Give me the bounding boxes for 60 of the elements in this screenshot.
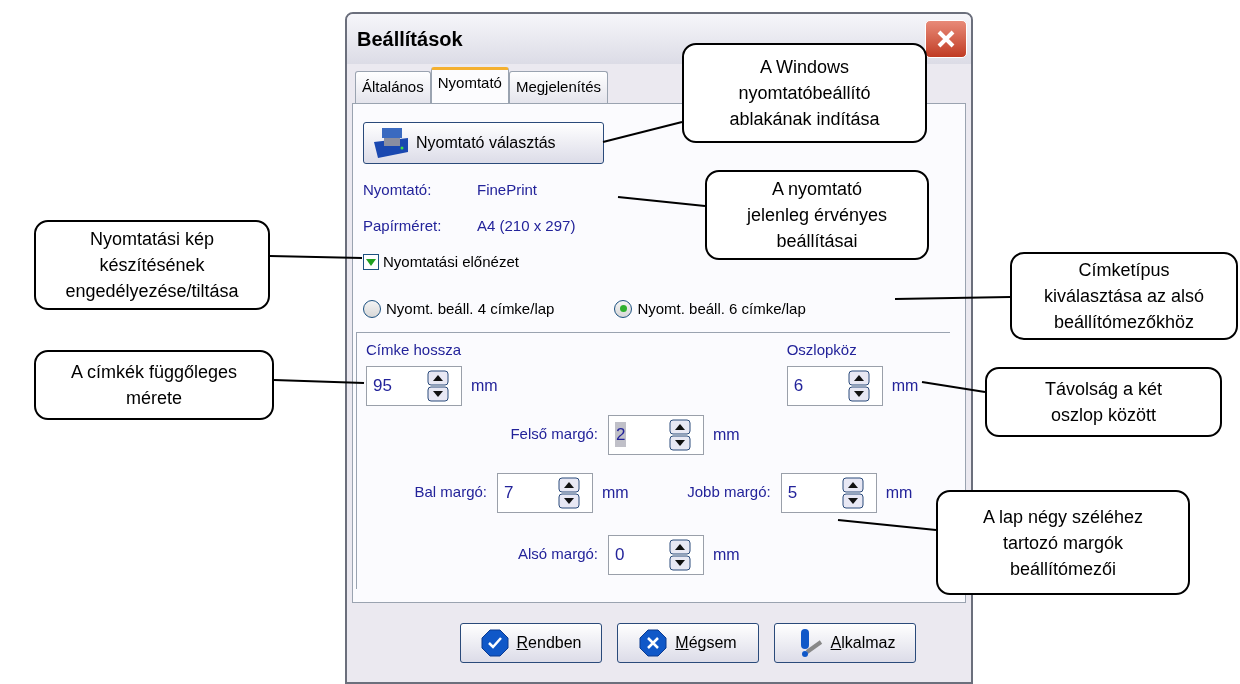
- callout: Nyomtatási kép készítésének engedélyezése/tiltása: [34, 220, 270, 310]
- radio-button[interactable]: [614, 299, 633, 318]
- tab[interactable]: Megjelenítés: [508, 71, 608, 103]
- number-field[interactable]: 95: [366, 365, 462, 406]
- callout: A Windows nyomtatóbeállító ablakának indítása: [682, 43, 927, 143]
- callout: Távolság a két oszlop között: [985, 367, 1222, 437]
- spinner-icon[interactable]: [841, 476, 864, 509]
- window-title: Beállítások: [357, 27, 463, 52]
- field-value: 6: [793, 374, 804, 397]
- close-button[interactable]: [925, 20, 967, 58]
- callout: A nyomtató jelenleg érvényes beállításai: [705, 170, 929, 260]
- number-field[interactable]: 7: [497, 472, 593, 513]
- field-label: Alsó margó:: [516, 544, 599, 565]
- number-field[interactable]: 6: [786, 365, 883, 406]
- info-label: Papírméret:: [363, 215, 443, 236]
- info-label: Nyomtató:: [363, 180, 433, 200]
- field-label: Oszlopköz: [786, 340, 858, 360]
- number-field[interactable]: 0: [608, 534, 704, 575]
- field-label: Felső margó:: [509, 424, 599, 445]
- info-value: A4 (210 x 297): [477, 215, 576, 236]
- spinner-icon[interactable]: [669, 418, 691, 451]
- field-value: 5: [787, 481, 798, 504]
- field-value: 0: [615, 543, 625, 566]
- unit-label: mm: [713, 544, 740, 565]
- callout: A lap négy széléhez tartozó margók beállítómezői: [936, 490, 1190, 595]
- field-label: Bal margó:: [413, 482, 488, 503]
- field-label: Címke hossza: [366, 340, 463, 360]
- unit-label: mm: [891, 375, 919, 396]
- number-field[interactable]: 5: [780, 472, 877, 513]
- spinner-icon[interactable]: [669, 538, 691, 571]
- unit-label: mm: [885, 482, 913, 503]
- checkbox[interactable]: [363, 254, 379, 271]
- field-value: 7: [504, 481, 514, 504]
- unit-label: mm: [471, 375, 498, 396]
- x-icon: [639, 629, 668, 657]
- printer-button[interactable]: Nyomtató választás: [363, 122, 604, 164]
- spinner-icon[interactable]: [427, 369, 449, 402]
- close-icon: [936, 29, 956, 49]
- unit-label: mm: [602, 482, 629, 503]
- tab[interactable]: Nyomtató: [430, 67, 509, 103]
- info-value: FinePrint: [477, 180, 538, 200]
- spinner-icon[interactable]: [558, 476, 580, 509]
- number-field[interactable]: 2: [608, 414, 704, 455]
- leader-line: [921, 381, 986, 393]
- dialog-button[interactable]: Mégsem: [617, 623, 759, 663]
- tab[interactable]: Általános: [355, 71, 431, 103]
- field-value: 95: [373, 374, 392, 397]
- spinner-icon[interactable]: [847, 369, 870, 402]
- radio-label: Nyomt. beáll. 4 címke/lap: [386, 298, 555, 319]
- radio-label: Nyomt. beáll. 6 címke/lap: [637, 298, 806, 319]
- unit-label: mm: [713, 424, 740, 445]
- callout: A címkék függőleges mérete: [34, 350, 274, 420]
- printer-icon: [372, 126, 410, 160]
- dialog-button[interactable]: Rendben: [460, 623, 602, 663]
- callout: Címketípus kiválasztása az alsó beállítómezőkhöz: [1010, 252, 1238, 340]
- checkbox-label: Nyomtatási előnézet: [383, 252, 519, 272]
- dialog-button[interactable]: Alkalmaz: [774, 623, 916, 663]
- field-value: 2: [615, 421, 627, 448]
- field-label: Jobb margó:: [686, 482, 772, 503]
- radio-button[interactable]: [363, 299, 381, 318]
